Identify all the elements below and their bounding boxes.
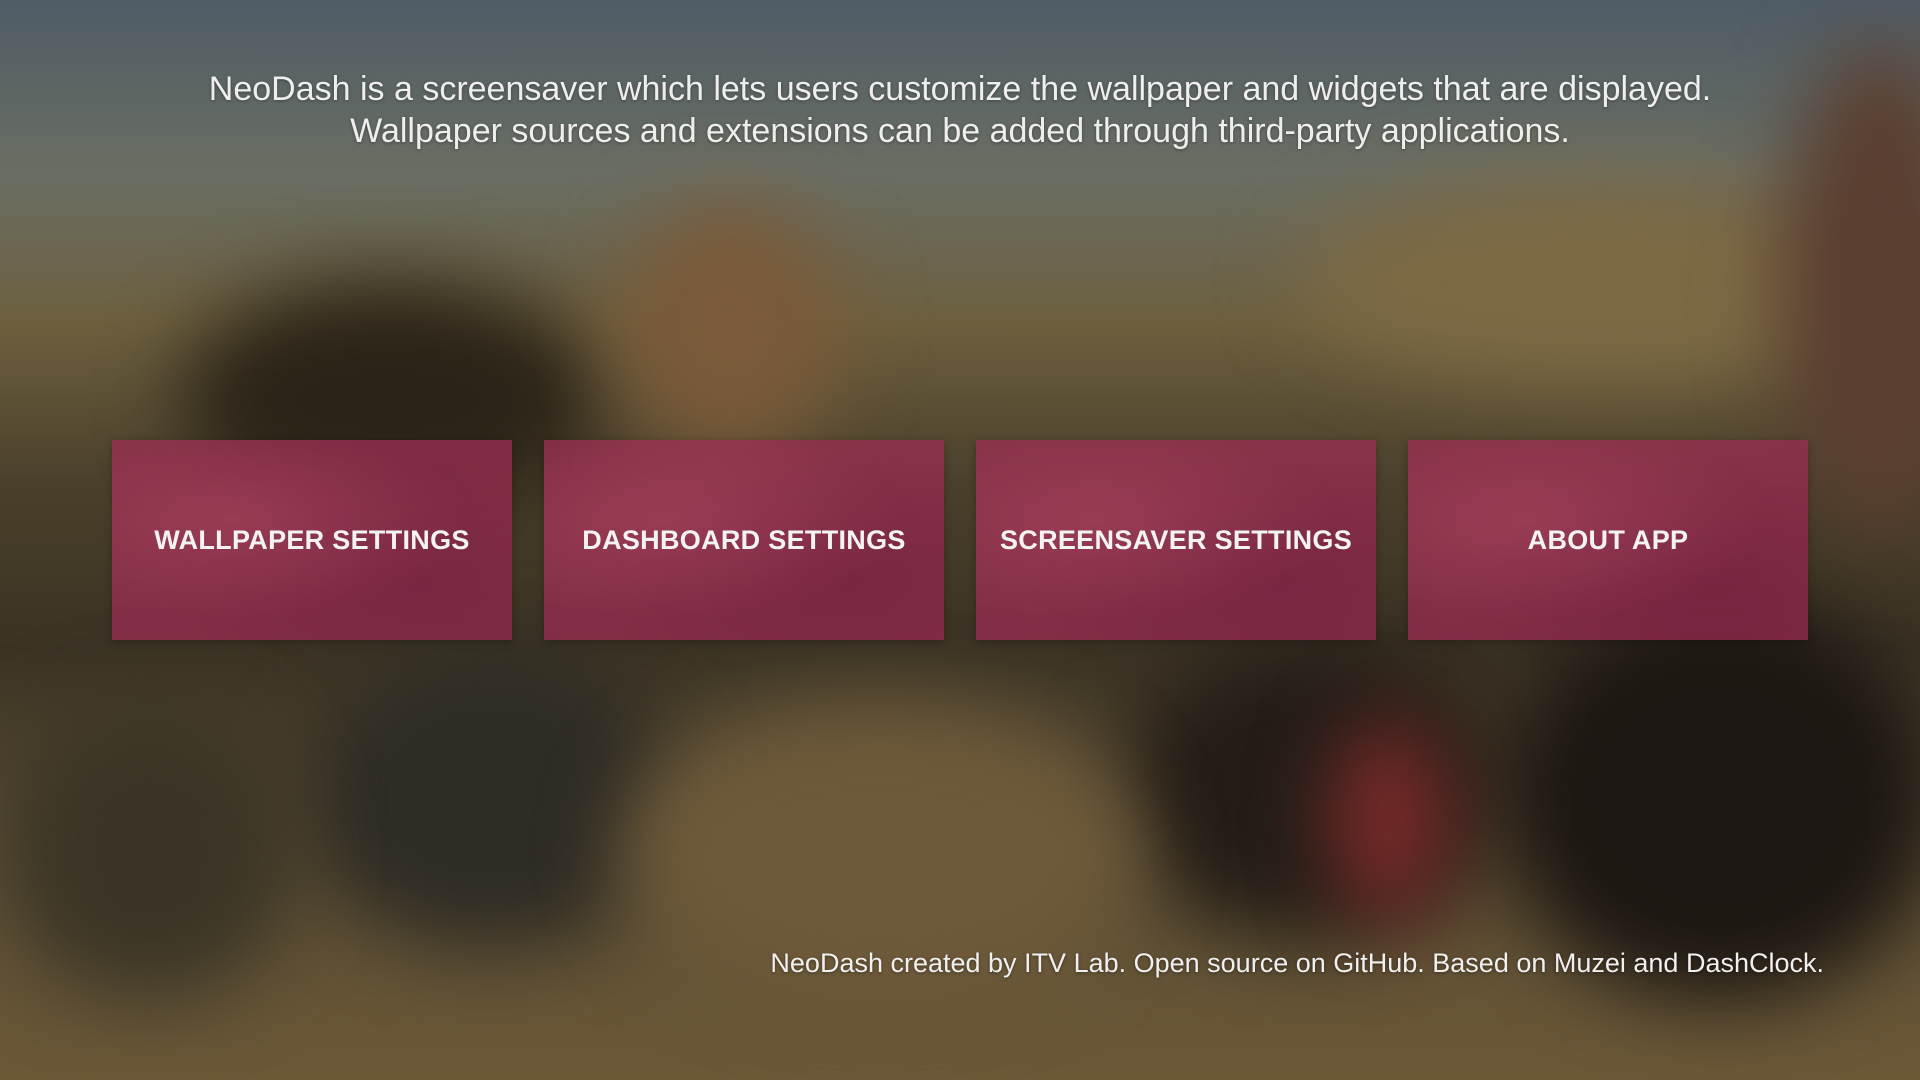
wallpaper-settings-label: WALLPAPER SETTINGS — [154, 524, 470, 555]
settings-button-row: WALLPAPER SETTINGS DASHBOARD SETTINGS SC… — [112, 440, 1808, 640]
about-app-label: ABOUT APP — [1527, 524, 1689, 555]
about-app-button[interactable]: ABOUT APP — [1408, 440, 1808, 640]
screensaver-settings-button[interactable]: SCREENSAVER SETTINGS — [976, 440, 1376, 640]
app-description: NeoDash is a screensaver which lets user… — [0, 68, 1920, 152]
wallpaper-settings-button[interactable]: WALLPAPER SETTINGS — [112, 440, 512, 640]
credits-footer: NeoDash created by ITV Lab. Open source … — [770, 948, 1824, 978]
description-line-1: NeoDash is a screensaver which lets user… — [208, 70, 1712, 108]
dashboard-settings-label: DASHBOARD SETTINGS — [582, 524, 906, 555]
screensaver-settings-label: SCREENSAVER SETTINGS — [999, 524, 1353, 555]
description-line-2: Wallpaper sources and extensions can be … — [350, 112, 1570, 150]
dashboard-settings-button[interactable]: DASHBOARD SETTINGS — [544, 440, 944, 640]
